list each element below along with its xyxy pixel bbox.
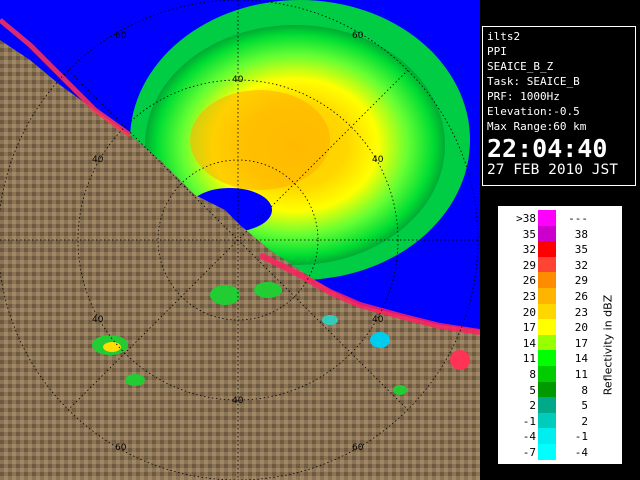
legend-color-swatch: [538, 241, 556, 258]
task-name: Task: SEAICE_B: [487, 75, 580, 88]
range-label: 40: [232, 396, 244, 406]
legend-color-swatch: [538, 303, 556, 320]
legend-color-swatch: [538, 288, 556, 304]
range-label: 40: [232, 75, 244, 85]
legend-low-value: 32: [522, 243, 536, 257]
legend-color-swatch: [538, 319, 556, 336]
scan-time: 22:04:40: [487, 134, 608, 163]
legend-color-swatch: [538, 428, 556, 445]
legend-low-value: 29: [522, 258, 536, 272]
legend-low-value: -1: [522, 414, 536, 428]
legend-low-value: 17: [522, 321, 536, 335]
prf-value: PRF: 1000Hz: [487, 90, 560, 103]
range-label: 60: [352, 31, 364, 41]
legend-unit-label: Reflectivity in dBZ: [594, 260, 622, 430]
legend-low-value: 20: [522, 305, 536, 319]
legend-color-swatch: [538, 444, 556, 460]
range-label: 60: [115, 31, 127, 41]
legend-high-value: 23: [574, 305, 588, 319]
legend-high-value: 11: [574, 368, 588, 381]
legend-high-value: 14: [574, 352, 588, 366]
legend-high-value: ---: [568, 212, 588, 225]
range-label: 40: [92, 315, 104, 325]
legend-high-value: 38: [574, 227, 588, 241]
legend-row: 32 35: [498, 241, 622, 258]
legend-row: -7 -4: [498, 444, 622, 461]
legend-color-swatch: [538, 412, 556, 429]
legend-color-swatch: [538, 225, 556, 242]
echo-core: [190, 90, 330, 190]
legend-row: >38 ---: [498, 210, 622, 227]
radar-info-panel: ilts2 PPI SEAICE_B_Z Task: SEAICE_B PRF:…: [482, 26, 636, 186]
legend-low-value: 2: [529, 399, 536, 413]
range-label: 60: [115, 443, 127, 453]
legend-low-value: 26: [522, 274, 536, 288]
elevation-value: Elevation:-0.5: [487, 105, 580, 118]
legend-high-value: -4: [574, 446, 588, 459]
legend-color-swatch: [538, 381, 556, 398]
legend-unit-text: Reflectivity in dBZ: [601, 294, 615, 396]
scan-type: PPI: [487, 45, 507, 58]
legend-high-value: 35: [574, 243, 588, 257]
legend-high-value: 17: [574, 336, 588, 350]
legend-row: -4 -1: [498, 428, 622, 445]
legend-color-swatch: [538, 272, 556, 289]
legend-high-value: -1: [574, 430, 588, 444]
legend-low-value: 11: [522, 352, 536, 366]
scan-date: 27 FEB 2010 JST: [487, 162, 618, 178]
legend-low-value: 35: [522, 227, 536, 241]
legend-color-swatch: [538, 397, 556, 414]
legend-row: 35 38: [498, 225, 622, 243]
legend-low-value: >38: [516, 212, 536, 225]
legend-color-swatch: [538, 210, 556, 226]
legend-color-swatch: [538, 334, 556, 351]
legend-high-value: 5: [581, 399, 588, 413]
legend-low-value: 8: [529, 368, 536, 381]
legend-low-value: -7: [522, 446, 536, 459]
legend-color-swatch: [538, 366, 556, 382]
legend-high-value: 26: [574, 290, 588, 303]
legend-high-value: 20: [574, 321, 588, 335]
legend-color-swatch: [538, 256, 556, 273]
legend-high-value: 29: [574, 274, 588, 288]
legend-low-value: 5: [529, 383, 536, 397]
range-label: 40: [372, 315, 384, 325]
max-range-value: Max Range:60 km: [487, 120, 587, 133]
range-label: 40: [372, 155, 384, 165]
legend-high-value: 2: [581, 414, 588, 428]
legend-low-value: 23: [522, 290, 536, 303]
legend-high-value: 32: [574, 258, 588, 272]
product-name: SEAICE_B_Z: [487, 60, 554, 73]
radar-ppi-map: 40 40 40 40 40 40 60 60 60 60: [0, 0, 480, 480]
legend-high-value: 8: [581, 383, 588, 397]
legend-low-value: -4: [522, 430, 536, 444]
range-label: 60: [352, 443, 364, 453]
range-label: 40: [92, 155, 104, 165]
site-name: ilts2: [487, 30, 521, 43]
legend-low-value: 14: [522, 336, 536, 350]
legend-color-swatch: [538, 350, 556, 367]
